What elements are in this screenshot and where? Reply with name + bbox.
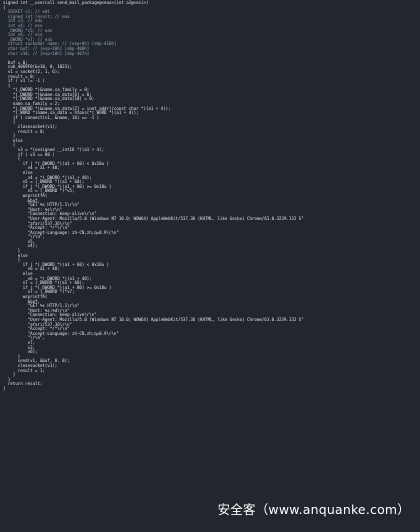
pseudocode-view[interactable]: signed int __usercall send_mail_package@… [0, 0, 420, 532]
code-line: } [3, 385, 6, 391]
watermark-text: 安全客（www.anquanke.com） [217, 502, 410, 517]
